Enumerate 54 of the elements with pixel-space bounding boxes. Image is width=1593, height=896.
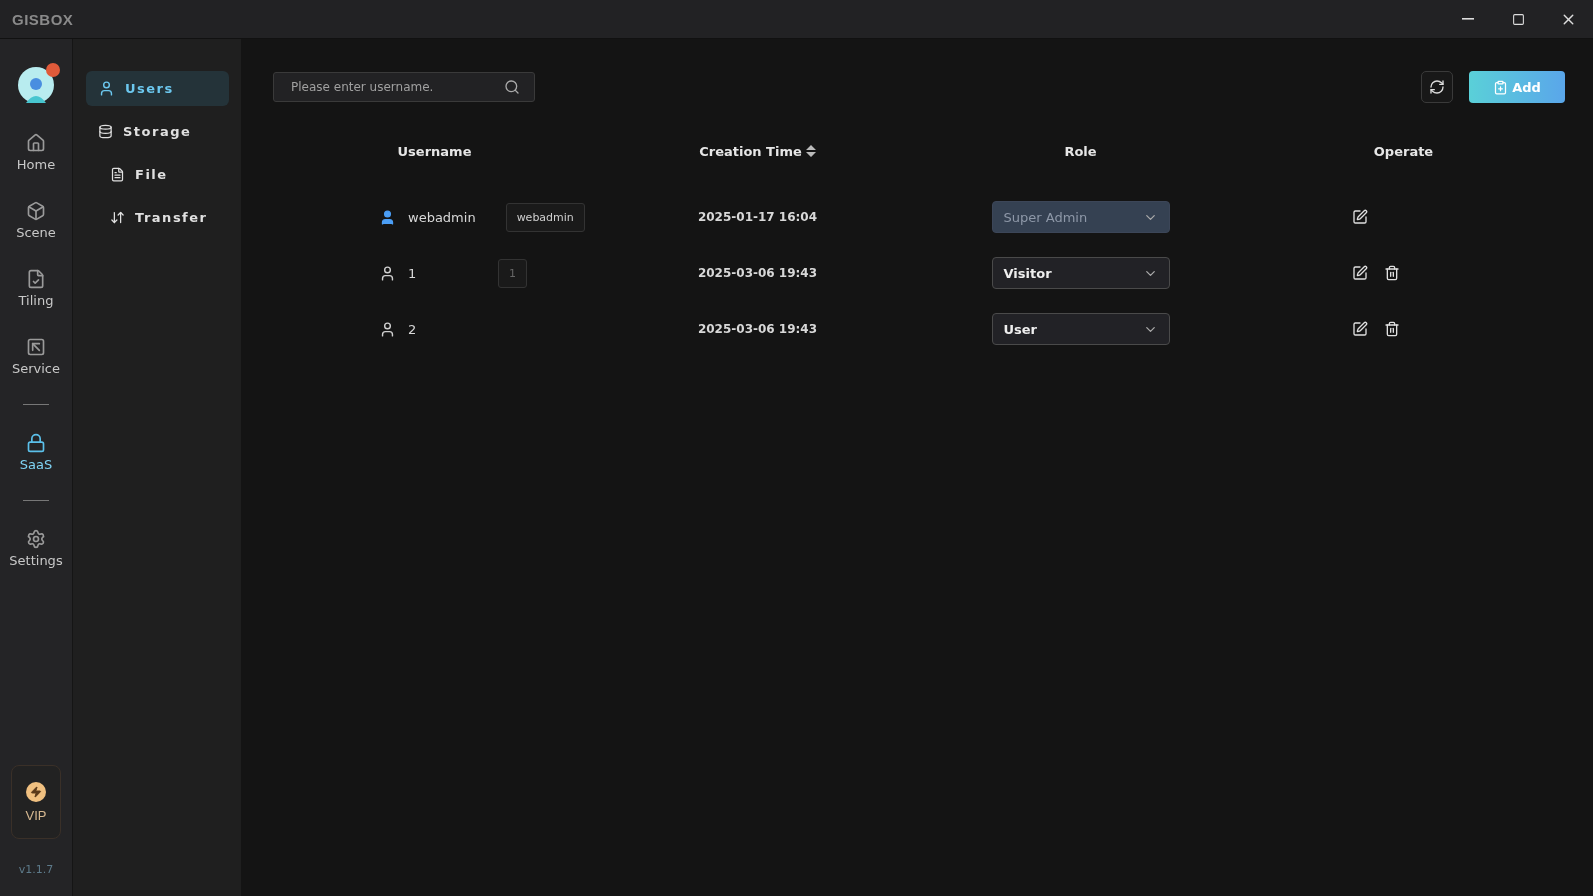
menu-item[interactable]: Transfer [86, 200, 229, 235]
username: 2 [408, 321, 418, 337]
refresh-button[interactable] [1421, 71, 1453, 103]
delete-button[interactable] [1383, 265, 1400, 281]
vip-button[interactable]: VIP [11, 765, 61, 839]
nav-item[interactable]: Home [16, 133, 56, 172]
nav-item[interactable]: Service [11, 337, 60, 376]
tooltip: 1 [498, 258, 527, 288]
nav-item[interactable]: SaaS [19, 433, 53, 472]
clipboard-plus-icon [1493, 79, 1509, 95]
edit-button[interactable] [1351, 321, 1368, 337]
menu-item[interactable]: Users [86, 71, 229, 106]
menu-item[interactable]: File [86, 157, 229, 192]
storage-icon [98, 124, 113, 139]
column-header: Operate [1373, 143, 1434, 159]
search-field[interactable]: Please enter username. [273, 72, 535, 102]
creation-time: 2025-01-17 16:04 [697, 210, 818, 224]
menu-item[interactable]: Storage [86, 114, 229, 149]
username: 1 [408, 265, 418, 281]
column-header: Role [1064, 143, 1097, 159]
edit-button[interactable] [1351, 265, 1368, 281]
document-icon [110, 167, 125, 182]
user-icon [98, 80, 115, 97]
delete-button[interactable] [1383, 321, 1400, 337]
column-header: Username [397, 143, 472, 159]
nav-item[interactable]: Scene [16, 201, 56, 240]
nav-icon [26, 529, 46, 549]
maximize-icon [1511, 12, 1525, 26]
refresh-icon [1429, 79, 1445, 95]
lightning-icon [26, 781, 46, 802]
edit-button[interactable] [1351, 209, 1368, 225]
notification-badge [46, 63, 60, 77]
tooltip: webadmin [505, 202, 585, 232]
username: webadmin [408, 209, 476, 225]
column-header[interactable]: Creation Time [699, 143, 816, 159]
nav-item[interactable]: Settings [9, 529, 63, 568]
person-icon [24, 75, 48, 103]
transfer-icon [110, 210, 125, 225]
search-icon [504, 79, 520, 95]
version-label: v1.1.7 [18, 863, 54, 876]
nav-icon [26, 133, 46, 153]
user-avatar[interactable] [18, 67, 54, 103]
nav-icon [26, 337, 46, 357]
role-dropdown[interactable]: User [991, 313, 1170, 345]
role-dropdown[interactable]: Visitor [991, 257, 1170, 289]
nav-icon [26, 269, 46, 289]
nav-item[interactable]: Tiling [18, 269, 54, 308]
app-logo: GISBOX [12, 10, 74, 28]
nav-icon [26, 433, 46, 453]
minimize-icon [1462, 18, 1474, 20]
search-input[interactable]: Please enter username. [289, 79, 504, 95]
nav-icon [26, 201, 46, 221]
creation-time: 2025-03-06 19:43 [697, 266, 818, 280]
creation-time: 2025-03-06 19:43 [697, 322, 818, 336]
